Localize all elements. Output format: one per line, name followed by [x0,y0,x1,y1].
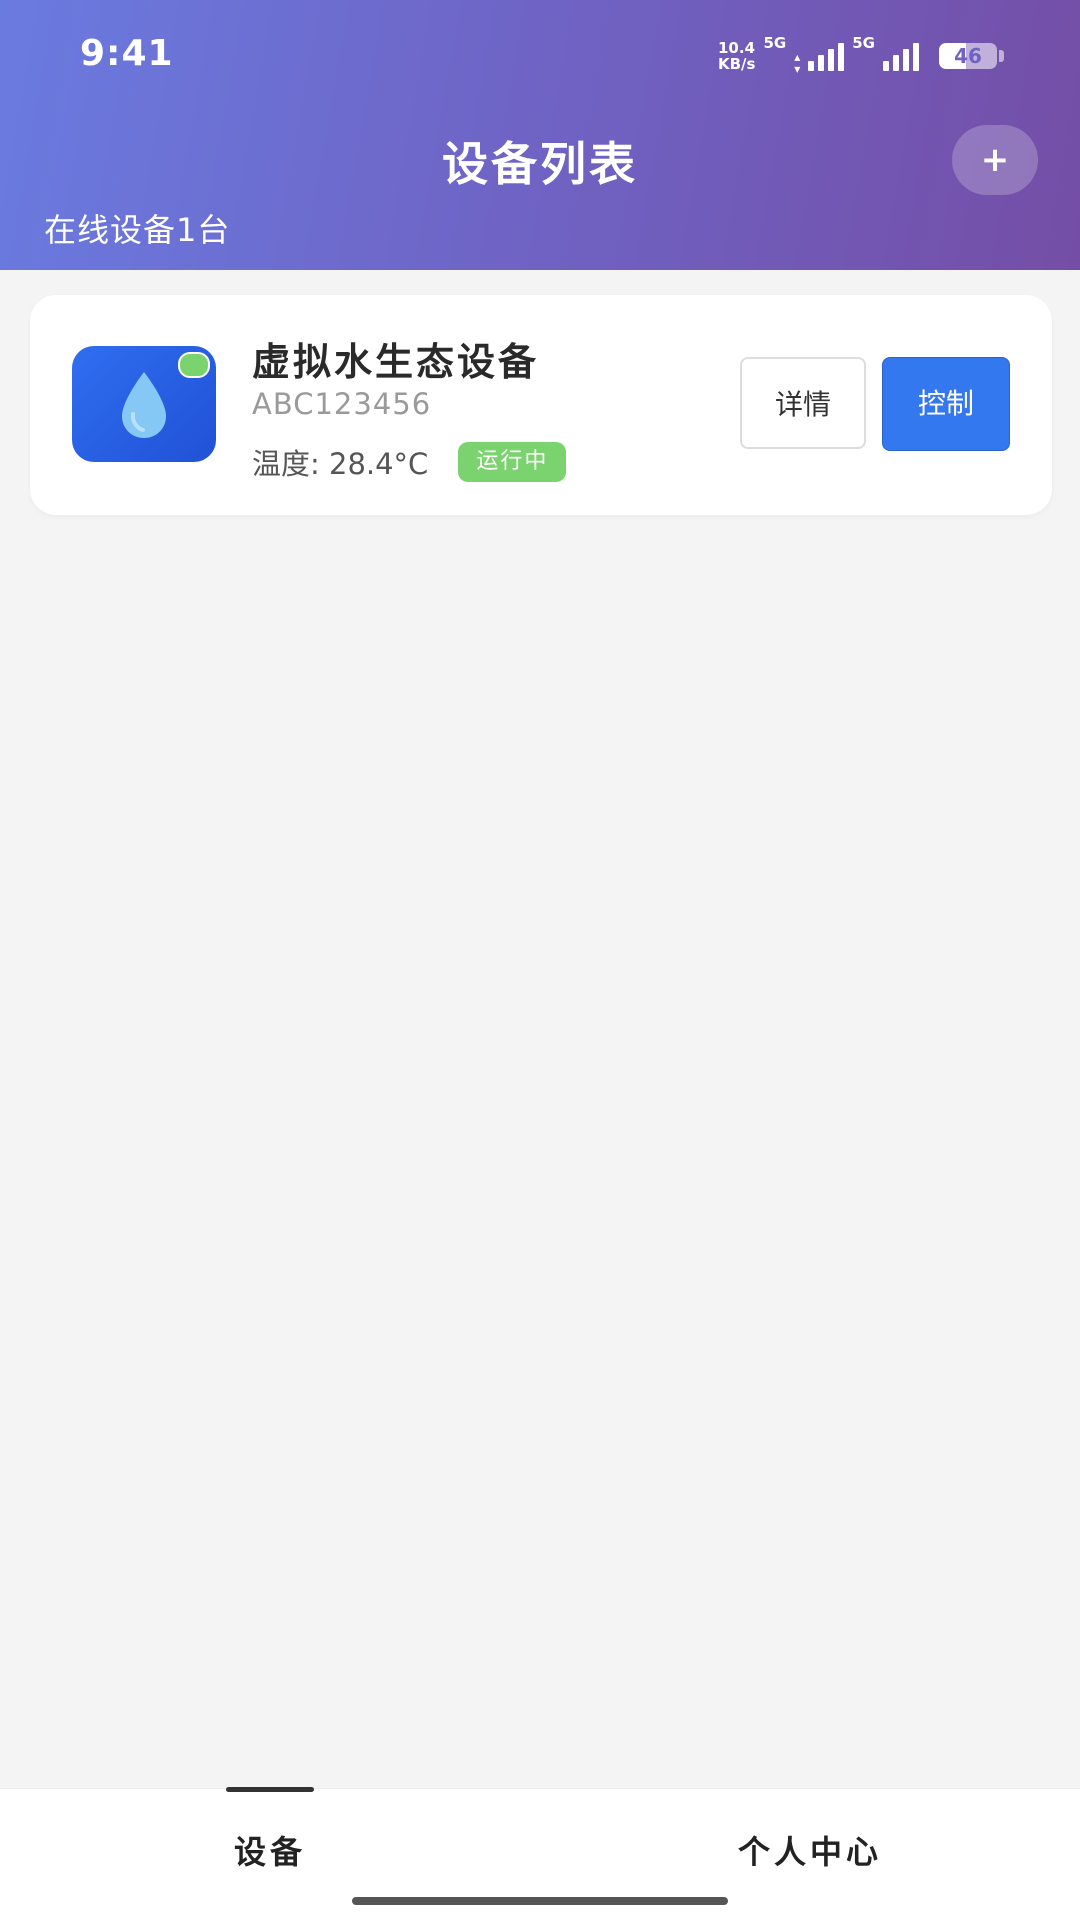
add-device-button[interactable]: + [952,125,1038,195]
tab-devices[interactable]: 设备 [0,1787,540,1889]
header: 9:41 10.4 KB/s 5G ▴ ▾ 5G 46 设备列表 + 在线设备1… [0,0,1080,270]
page-title: 设备列表 [442,137,638,191]
home-indicator[interactable] [352,1897,728,1905]
tab-profile[interactable]: 个人中心 [540,1789,1080,1889]
status-indicators: 10.4 KB/s 5G ▴ ▾ 5G 46 [718,34,1004,76]
signal-icon [883,41,919,71]
device-temperature: 温度: 28.4°C [252,447,429,481]
battery-icon: 46 [939,43,997,69]
battery-level: 46 [954,44,982,68]
device-serial: ABC123456 [252,387,432,421]
status-time: 9:41 [80,33,174,74]
network-speed: 10.4 KB/s [718,40,755,72]
device-name: 虚拟水生态设备 [252,340,540,384]
battery-cap [999,50,1004,62]
online-device-count: 在线设备1台 [44,211,231,249]
network-type-1: 5G [763,34,787,52]
network-speed-unit: KB/s [718,55,756,73]
tab-devices-label: 设备 [233,1833,306,1871]
tab-profile-label: 个人中心 [737,1833,882,1871]
network-type-2: 5G [852,34,875,52]
device-icon [72,346,216,462]
online-status-dot [178,352,210,378]
device-card[interactable]: 虚拟水生态设备 ABC123456 温度: 28.4°C 运行中 详情 控制 [30,295,1052,515]
device-temperature-row: 温度: 28.4°C 运行中 [252,441,567,483]
control-button[interactable]: 控制 [882,357,1010,451]
signal-icon [808,41,845,71]
detail-button[interactable]: 详情 [740,357,866,449]
data-transfer-icon: ▴ ▾ [794,50,801,76]
network-speed-value: 10.4 [718,39,756,57]
water-drop-icon [122,372,166,438]
status-bar: 9:41 10.4 KB/s 5G ▴ ▾ 5G 46 [0,0,1080,110]
active-tab-indicator [226,1787,314,1792]
status-badge: 运行中 [458,442,567,482]
